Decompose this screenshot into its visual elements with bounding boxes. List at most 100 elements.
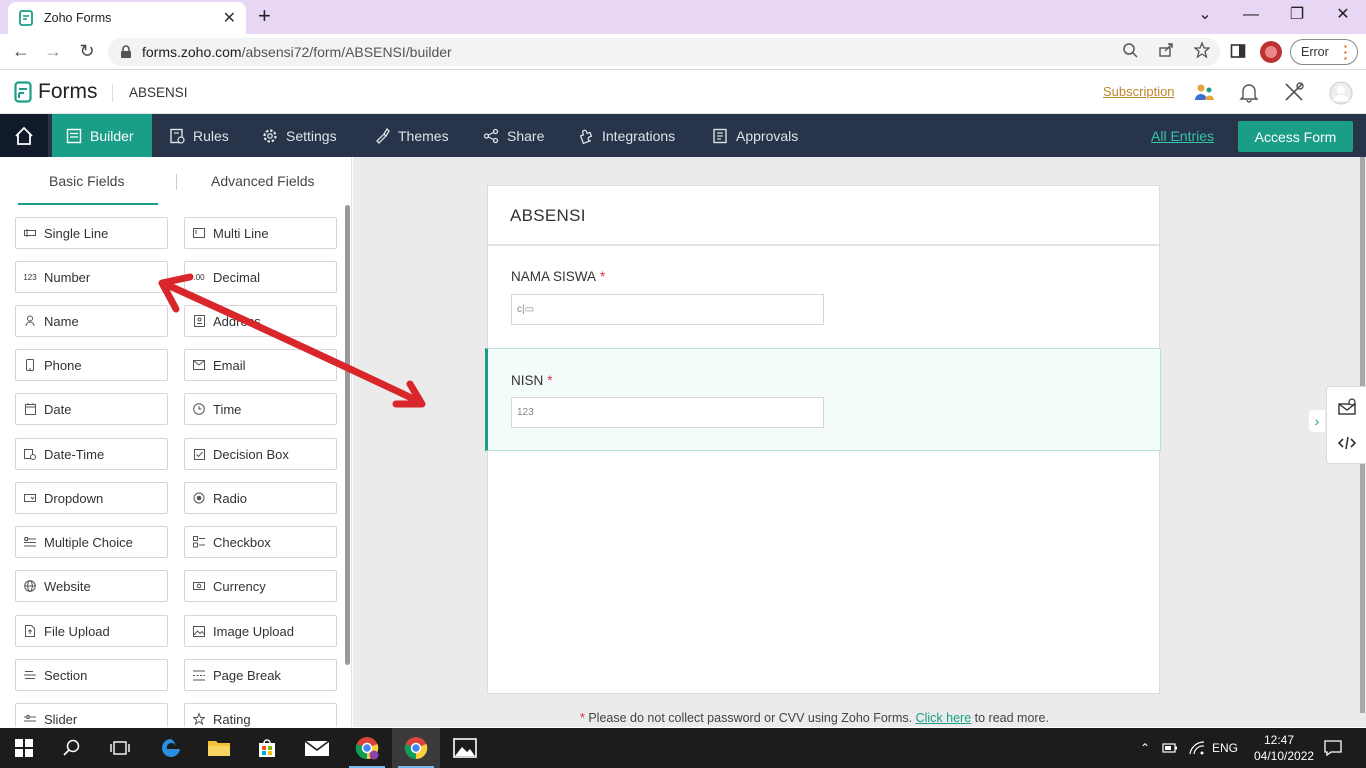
field-checkbox[interactable]: Checkbox	[184, 526, 337, 558]
phone-icon	[24, 359, 36, 371]
task-view-icon	[110, 741, 130, 755]
field-phone[interactable]: Phone	[15, 349, 168, 381]
all-entries-link[interactable]: All Entries	[1151, 128, 1214, 144]
nisn-input[interactable]: 123	[511, 397, 824, 428]
tray-overflow-icon[interactable]: ⌃	[1140, 728, 1150, 768]
access-form-button[interactable]: Access Form	[1238, 121, 1353, 152]
share-page-icon[interactable]	[1158, 42, 1174, 58]
fields-scrollbar[interactable]	[345, 205, 350, 665]
field-time[interactable]: Time	[184, 393, 337, 425]
browser-tab[interactable]: Zoho Forms ✕	[8, 2, 246, 34]
minimize-button[interactable]: —	[1228, 4, 1274, 26]
field-currency[interactable]: Currency	[184, 570, 337, 602]
calendar-icon	[24, 403, 36, 415]
tab-basic-fields[interactable]: Basic Fields	[49, 173, 124, 189]
code-embed-icon[interactable]	[1337, 433, 1357, 453]
field-email[interactable]: Email	[184, 349, 337, 381]
active-tab-indicator	[18, 203, 158, 205]
field-website[interactable]: Website	[15, 570, 168, 602]
start-button[interactable]	[0, 728, 48, 768]
chrome-app[interactable]	[392, 728, 440, 768]
tools-icon[interactable]	[1283, 81, 1305, 103]
field-file-upload[interactable]: File Upload	[15, 615, 168, 647]
tab-search-icon[interactable]: ⌄	[1182, 4, 1228, 26]
restore-button[interactable]: ❐	[1274, 4, 1320, 26]
form-title[interactable]: ABSENSI	[510, 206, 586, 226]
collapse-arrow-icon[interactable]: ›	[1309, 410, 1325, 432]
tab-share[interactable]: Share	[469, 114, 558, 157]
field-image-upload[interactable]: Image Upload	[184, 615, 337, 647]
file-explorer-app[interactable]	[195, 728, 243, 768]
tab-rules[interactable]: Rules	[155, 114, 243, 157]
field-label: Email	[213, 357, 246, 373]
field-multiple-choice[interactable]: Multiple Choice	[15, 526, 168, 558]
field-label-nama-siswa[interactable]: NAMA SISWA *	[511, 269, 605, 284]
tab-themes[interactable]: Themes	[360, 114, 463, 157]
click-here-link[interactable]: Click here	[916, 711, 972, 725]
profile-avatar[interactable]	[1260, 41, 1282, 63]
bookmark-star-icon[interactable]	[1193, 41, 1211, 59]
tab-integrations[interactable]: Integrations	[564, 114, 689, 157]
tab-builder[interactable]: Builder	[52, 114, 152, 157]
field-page-break[interactable]: Page Break	[184, 659, 337, 691]
task-view-button[interactable]	[96, 728, 144, 768]
selected-field-nisn[interactable]: NISN * 123	[485, 348, 1161, 451]
field-number[interactable]: 123 Number	[15, 261, 168, 293]
field-label-nisn[interactable]: NISN *	[511, 373, 553, 388]
field-label: Time	[213, 401, 242, 417]
wifi-icon[interactable]	[1189, 728, 1205, 768]
field-radio[interactable]: Radio	[184, 482, 337, 514]
field-single-line[interactable]: Single Line	[15, 217, 168, 249]
chrome-profile-app[interactable]	[343, 728, 391, 768]
mail-app[interactable]	[293, 728, 341, 768]
subscription-link[interactable]: Subscription	[1103, 84, 1175, 99]
field-dropdown[interactable]: Dropdown	[15, 482, 168, 514]
users-icon[interactable]	[1193, 81, 1215, 103]
field-address[interactable]: Address	[184, 305, 337, 337]
notification-envelope-icon[interactable]	[1337, 397, 1357, 417]
lock-icon	[121, 45, 131, 58]
language-indicator[interactable]: ENG	[1212, 728, 1238, 768]
field-label: Decision Box	[213, 446, 289, 462]
forward-button[interactable]: →	[42, 41, 64, 62]
close-window-button[interactable]: ✕	[1320, 4, 1366, 26]
field-section[interactable]: Section	[15, 659, 168, 691]
field-label: Radio	[213, 490, 247, 506]
tab-approvals[interactable]: Approvals	[698, 114, 812, 157]
slider-icon	[24, 713, 36, 725]
user-avatar-icon[interactable]	[1329, 81, 1353, 105]
clock[interactable]: 12:47 04/10/2022	[1254, 732, 1314, 764]
profile-error-button[interactable]: Error · · ·	[1290, 39, 1358, 65]
field-multi-line[interactable]: Multi Line	[184, 217, 337, 249]
tab-advanced-fields[interactable]: Advanced Fields	[211, 173, 315, 189]
battery-icon[interactable]	[1162, 728, 1178, 768]
tab-settings[interactable]: Settings	[248, 114, 351, 157]
photos-app[interactable]	[441, 728, 489, 768]
reload-button[interactable]: ↻	[76, 41, 98, 62]
rules-icon	[170, 128, 185, 144]
forms-logo[interactable]: Forms	[14, 80, 98, 104]
security-footnote: * Please do not collect password or CVV …	[580, 711, 1049, 725]
close-tab-icon[interactable]: ✕	[223, 8, 236, 28]
field-slider[interactable]: Slider	[15, 703, 168, 727]
back-button[interactable]: ←	[10, 41, 32, 62]
bell-icon[interactable]	[1238, 81, 1260, 103]
zoom-icon[interactable]	[1122, 42, 1138, 58]
field-date[interactable]: Date	[15, 393, 168, 425]
side-panel-icon[interactable]	[1230, 43, 1246, 62]
url-bar[interactable]: forms.zoho.com/absensi72/form/ABSENSI/bu…	[108, 38, 1220, 66]
notifications-icon[interactable]	[1324, 728, 1342, 768]
field-decision-box[interactable]: Decision Box	[184, 438, 337, 470]
nama-siswa-input[interactable]: c|▭	[511, 294, 824, 325]
field-decimal[interactable]: .00 Decimal	[184, 261, 337, 293]
field-date-time[interactable]: Date-Time	[15, 438, 168, 470]
field-name[interactable]: Name	[15, 305, 168, 337]
store-app[interactable]	[243, 728, 291, 768]
tab-integrations-label: Integrations	[602, 127, 676, 144]
search-button[interactable]	[48, 728, 96, 768]
field-rating[interactable]: Rating	[184, 703, 337, 727]
required-mark: *	[600, 269, 606, 284]
new-tab-button[interactable]: +	[258, 4, 271, 28]
edge-app[interactable]	[147, 728, 195, 768]
home-button[interactable]	[0, 114, 48, 157]
